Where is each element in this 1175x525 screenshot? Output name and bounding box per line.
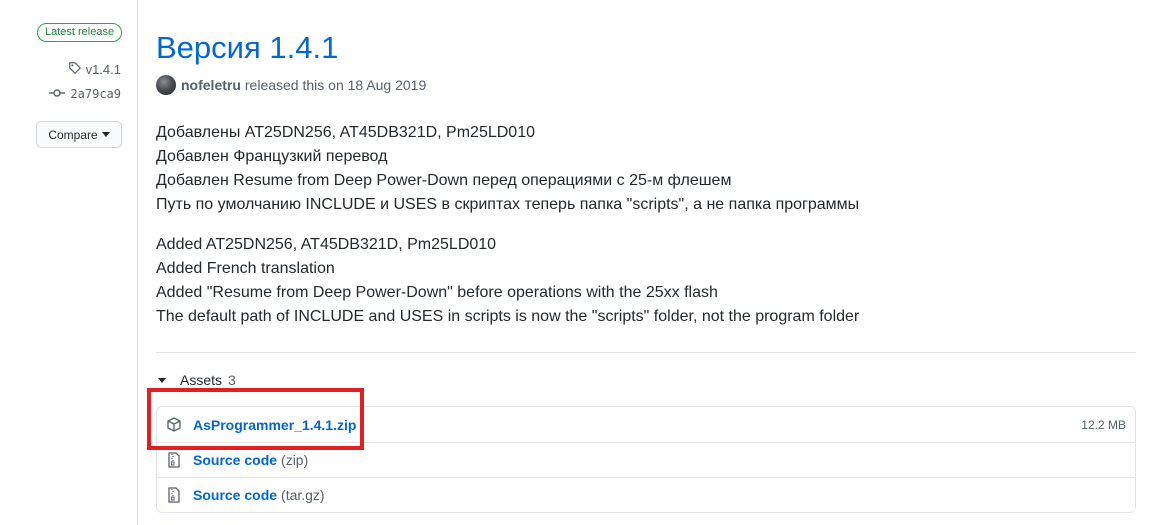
notes-en: Added AT25DN256, AT45DB321D, Pm25LD010 A… bbox=[156, 233, 859, 329]
note-line: Путь по умолчанию INCLUDE и USES в скрип… bbox=[156, 196, 860, 213]
source-code-targz-link[interactable]: Source code (tar.gz) bbox=[193, 487, 325, 503]
compare-label: Compare bbox=[48, 127, 98, 142]
commit-link[interactable]: 2a79ca9 bbox=[49, 87, 121, 101]
asset-name: Source code bbox=[193, 487, 278, 503]
released-text: released this on 18 Aug 2019 bbox=[244, 77, 427, 93]
commit-hash: 2a79ca9 bbox=[70, 87, 121, 101]
note-line: Added "Resume from Deep Power-Down" befo… bbox=[156, 284, 718, 301]
note-line: Добавлен Французкий перевод bbox=[156, 148, 388, 165]
highlight-annotation bbox=[147, 388, 364, 450]
assets-count: 3 bbox=[228, 372, 236, 388]
release-meta: nofeletru released this on 18 Aug 2019 bbox=[156, 75, 426, 95]
asset-ext: (zip) bbox=[281, 452, 309, 468]
caret-down-icon bbox=[158, 377, 166, 383]
chevron-down-icon bbox=[101, 132, 110, 137]
release-sidebar: Latest release v1.4.1 2a79ca9 Compare bbox=[0, 0, 138, 525]
tag-icon bbox=[68, 61, 82, 78]
file-zip-icon bbox=[166, 487, 182, 503]
source-code-zip-link[interactable]: Source code (zip) bbox=[193, 452, 308, 468]
tag-link[interactable]: v1.4.1 bbox=[68, 61, 121, 78]
notes-ru: Добавлены AT25DN256, AT45DB321D, Pm25LD0… bbox=[156, 121, 859, 217]
note-line: Added French translation bbox=[156, 260, 335, 277]
note-line: The default path of INCLUDE and USES in … bbox=[156, 308, 860, 325]
file-zip-icon bbox=[166, 452, 182, 468]
note-line: Добавлен Resume from Deep Power-Down пер… bbox=[156, 172, 732, 189]
asset-ext: (tar.gz) bbox=[281, 487, 325, 503]
author-link[interactable]: nofeletru bbox=[181, 77, 241, 93]
note-line: Added AT25DN256, AT45DB321D, Pm25LD010 bbox=[156, 236, 497, 253]
latest-release-badge: Latest release bbox=[37, 23, 123, 42]
assets-label: Assets bbox=[180, 372, 223, 388]
divider bbox=[156, 352, 1136, 353]
tag-label: v1.4.1 bbox=[85, 62, 121, 77]
release-title[interactable]: Версия 1.4.1 bbox=[156, 30, 338, 66]
assets-toggle[interactable]: Assets 3 bbox=[158, 372, 236, 388]
avatar[interactable] bbox=[156, 75, 176, 95]
note-line: Добавлены AT25DN256, AT45DB321D, Pm25LD0… bbox=[156, 124, 535, 141]
list-item: Source code (tar.gz) bbox=[157, 477, 1135, 512]
commit-icon bbox=[49, 87, 66, 101]
release-notes: Добавлены AT25DN256, AT45DB321D, Pm25LD0… bbox=[156, 121, 859, 345]
compare-button[interactable]: Compare bbox=[36, 121, 122, 148]
asset-size: 12.2 MB bbox=[1081, 417, 1126, 432]
asset-name: Source code bbox=[193, 452, 278, 468]
